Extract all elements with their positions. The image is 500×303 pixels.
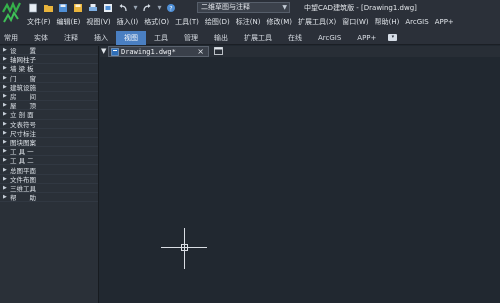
expand-arrow-icon: ▶	[3, 175, 7, 182]
tab-arcgis[interactable]: ArcGIS	[310, 31, 349, 45]
undo-icon[interactable]	[117, 2, 129, 13]
expand-arrow-icon: ▶	[3, 194, 7, 201]
expand-arrow-icon: ▶	[3, 65, 7, 72]
panel-item-help[interactable]: ▶ 帮 助	[0, 193, 98, 203]
tab-extension-tools[interactable]: 扩展工具	[236, 31, 280, 45]
crosshair-pickbox	[181, 244, 188, 251]
menu-arcgis[interactable]: ArcGIS	[405, 16, 428, 28]
expand-arrow-icon: ▶	[3, 93, 7, 100]
new-file-icon[interactable]	[27, 2, 39, 13]
menu-draw[interactable]: 绘图(D)	[205, 16, 230, 28]
expand-arrow-icon: ▶	[3, 129, 7, 136]
expand-arrow-icon: ▶	[3, 83, 7, 90]
expand-arrow-icon: ▶	[3, 120, 7, 127]
svg-text:?: ?	[169, 5, 172, 12]
drawing-canvas[interactable]	[100, 57, 500, 303]
tab-insert[interactable]: 插入	[86, 31, 116, 45]
plot-preview-icon[interactable]	[102, 2, 114, 13]
menu-window[interactable]: 窗口(W)	[342, 16, 368, 28]
menu-bar: 文件(F) 编辑(E) 视图(V) 插入(I) 格式(O) 工具(T) 绘图(D…	[27, 16, 460, 28]
quick-access-toolbar: ▾ ▾ ?	[27, 1, 180, 14]
save-as-icon[interactable]	[72, 2, 84, 13]
expand-arrow-icon: ▶	[3, 157, 7, 164]
workspace-select[interactable]: 二维草图与注释 ▼	[197, 2, 290, 13]
menu-app-plus[interactable]: APP+	[435, 16, 454, 28]
undo-dropdown-icon[interactable]: ▾	[132, 2, 139, 13]
app-logo-icon[interactable]	[0, 0, 24, 31]
save-icon[interactable]	[57, 2, 69, 13]
expand-arrow-icon: ▶	[3, 184, 7, 191]
panel-item-label: 帮 助	[10, 194, 36, 203]
document-tab-label: Drawing1.dwg*	[121, 47, 176, 56]
tab-manage[interactable]: 管理	[176, 31, 206, 45]
tab-output[interactable]: 输出	[206, 31, 236, 45]
ribbon-minimize-icon[interactable]: ▾	[388, 34, 398, 41]
menu-edit[interactable]: 编辑(E)	[57, 16, 81, 28]
tab-app-plus[interactable]: APP+	[349, 31, 384, 45]
menu-view[interactable]: 视图(V)	[86, 16, 110, 28]
menu-format[interactable]: 格式(O)	[144, 16, 169, 28]
tab-common[interactable]: 常用	[0, 31, 26, 45]
help-icon[interactable]: ?	[165, 2, 177, 13]
expand-arrow-icon: ▶	[3, 148, 7, 155]
menu-file[interactable]: 文件(F)	[27, 16, 51, 28]
new-tab-icon[interactable]	[214, 47, 223, 55]
menu-modify[interactable]: 修改(M)	[266, 16, 292, 28]
redo-dropdown-icon[interactable]: ▾	[156, 2, 163, 13]
tab-tools[interactable]: 工具	[146, 31, 176, 45]
expand-arrow-icon: ▶	[3, 166, 7, 173]
ribbon-tabs: 常用 实体 注释 插入 视图 工具 管理 输出 扩展工具 在线 ArcGIS A…	[0, 30, 500, 45]
menu-tools[interactable]: 工具(T)	[175, 16, 199, 28]
menu-insert[interactable]: 插入(I)	[117, 16, 139, 28]
document-tab[interactable]: Drawing1.dwg* ×	[108, 46, 209, 57]
menu-dimension[interactable]: 标注(N)	[236, 16, 261, 28]
print-icon[interactable]	[87, 2, 99, 13]
title-bar: ▾ ▾ ? 二维草图与注释 ▼ 中望CAD建筑版 - [Drawing1.dwg…	[0, 0, 500, 31]
document-tab-strip: ▼ Drawing1.dwg* ×	[100, 46, 500, 57]
window-title: 中望CAD建筑版 - [Drawing1.dwg]	[304, 4, 417, 12]
expand-arrow-icon: ▶	[3, 56, 7, 63]
document-list-icon[interactable]: ▼	[101, 47, 106, 55]
tab-solid[interactable]: 实体	[26, 31, 56, 45]
menu-help[interactable]: 帮助(H)	[375, 16, 400, 28]
chevron-down-icon: ▼	[282, 4, 287, 11]
redo-icon[interactable]	[141, 2, 153, 13]
close-icon[interactable]: ×	[197, 47, 204, 56]
expand-arrow-icon: ▶	[3, 74, 7, 81]
tab-view[interactable]: 视图	[116, 30, 146, 45]
open-folder-icon[interactable]	[42, 2, 54, 13]
tab-online[interactable]: 在线	[280, 31, 310, 45]
tool-panel: ▶ 设 置 ▶ 轴网柱子 ▶ 墙 梁 板 ▶ 门 窗 ▶ 建筑设施 ▶ 房 间 ▶ 屋 顶 ▶…	[0, 46, 99, 303]
workspace-select-value: 二维草图与注释	[201, 3, 250, 11]
menu-extension-tools[interactable]: 扩展工具(X)	[298, 16, 336, 28]
expand-arrow-icon: ▶	[3, 111, 7, 118]
tab-annotate[interactable]: 注释	[56, 31, 86, 45]
expand-arrow-icon: ▶	[3, 47, 7, 54]
drawing-file-icon	[111, 47, 119, 56]
expand-arrow-icon: ▶	[3, 102, 7, 109]
expand-arrow-icon: ▶	[3, 138, 7, 145]
